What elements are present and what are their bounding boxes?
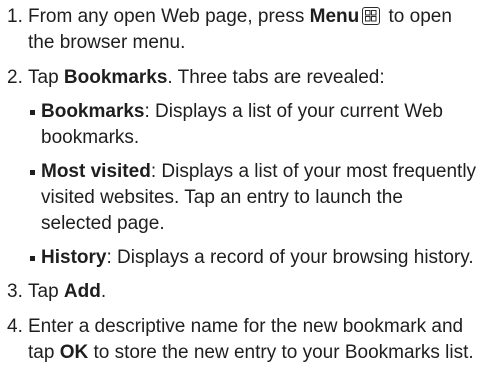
step-text: Tap Add. bbox=[28, 281, 107, 302]
step-4: 4. Enter a descriptive name for the new … bbox=[0, 314, 477, 366]
menu-label: Menu bbox=[309, 6, 360, 27]
step-text: Tap Bookmarks. Three tabs are revealed: bbox=[28, 67, 385, 88]
step-text: Enter a descriptive name for the new boo… bbox=[28, 316, 474, 363]
step-number: 2. bbox=[7, 67, 23, 88]
bullet bbox=[30, 110, 35, 115]
bullet bbox=[30, 170, 35, 175]
bullet bbox=[30, 256, 35, 261]
sub-item-bookmarks: Bookmarks: Displays a list of your curre… bbox=[0, 99, 477, 151]
step-text: From any open Web page, press Menu to op… bbox=[28, 6, 452, 53]
add-label: Add bbox=[63, 281, 101, 302]
step-number: 4. bbox=[7, 316, 23, 337]
sub-item-history: History: Displays a record of your brows… bbox=[0, 245, 477, 271]
step-1: 1. From any open Web page, press Menu to… bbox=[0, 4, 477, 56]
step-number: 3. bbox=[7, 281, 23, 302]
sub-item-most-visited: Most visited: Displays a list of your mo… bbox=[0, 159, 477, 237]
instruction-document: 1. From any open Web page, press Menu to… bbox=[0, 0, 483, 389]
bookmarks-label: Bookmarks bbox=[63, 67, 168, 88]
step-number: 1. bbox=[7, 6, 23, 27]
step-2: 2. Tap Bookmarks. Three tabs are reveale… bbox=[0, 65, 477, 91]
step-3: 3. Tap Add. bbox=[0, 279, 477, 305]
menu-key-icon bbox=[362, 7, 381, 25]
ok-label: OK bbox=[59, 342, 89, 363]
